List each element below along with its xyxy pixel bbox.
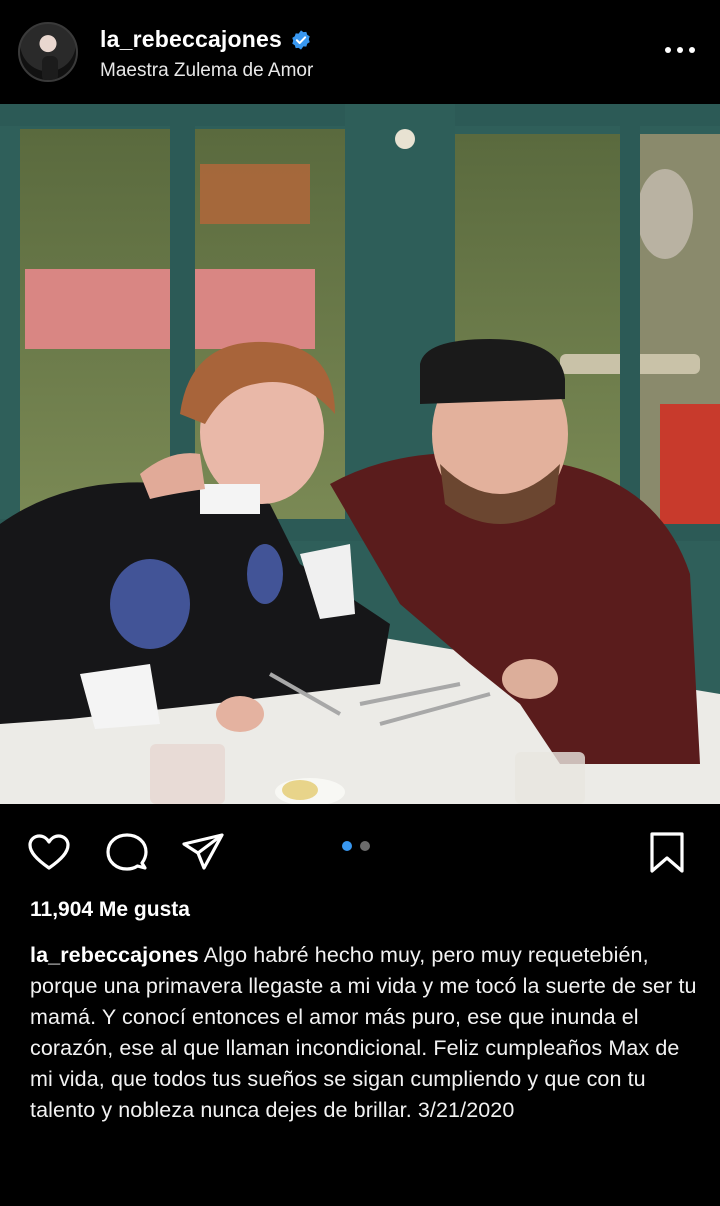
more-options-icon[interactable] (660, 38, 700, 62)
bookmark-icon[interactable] (644, 830, 690, 876)
avatar[interactable] (18, 22, 78, 82)
username[interactable]: la_rebeccajones (100, 26, 282, 53)
verified-badge-icon (292, 29, 310, 50)
comment-icon[interactable] (104, 830, 150, 876)
caption-username[interactable]: la_rebeccajones (30, 943, 199, 967)
share-icon[interactable] (180, 830, 226, 876)
username-row: la_rebeccajones (100, 26, 312, 53)
post-header: la_rebeccajones Maestra Zulema de Amor (0, 0, 720, 104)
post-photo[interactable] (0, 104, 720, 804)
heart-icon[interactable] (26, 830, 72, 876)
post-caption: la_rebeccajones Algo habré hecho muy, pe… (30, 940, 700, 1126)
carousel-dot (360, 841, 370, 851)
photo-illustration (0, 104, 720, 804)
caption-text: Algo habré hecho muy, pero muy requetebi… (30, 943, 697, 1122)
carousel-dot-active (342, 841, 352, 851)
carousel-indicator (342, 841, 370, 851)
likes-count[interactable]: 11,904 Me gusta (30, 898, 190, 922)
location-label[interactable]: Maestra Zulema de Amor (100, 60, 313, 82)
